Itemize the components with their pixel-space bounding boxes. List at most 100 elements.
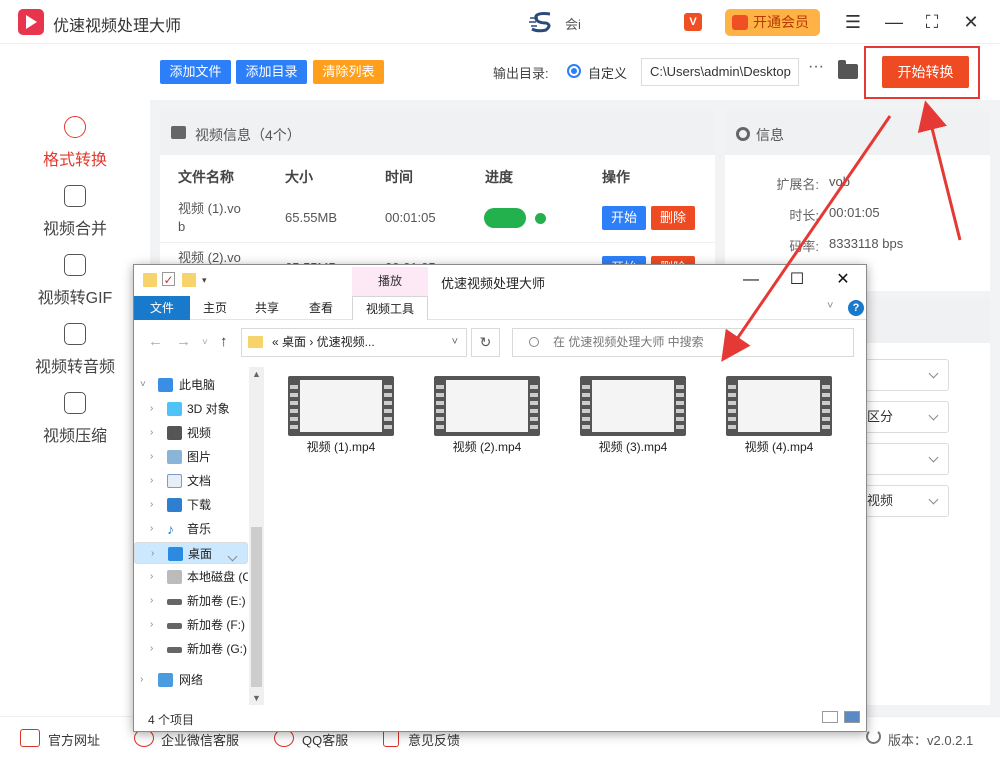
tab-video-tools[interactable]: 视频工具 bbox=[352, 296, 428, 320]
tree-item-videos[interactable]: › 视频 bbox=[134, 422, 248, 444]
video-info-header: 视频信息（4个） bbox=[160, 111, 715, 155]
column-header-actions: 操作 bbox=[602, 169, 630, 185]
duration-value: 00:01:05 bbox=[829, 205, 880, 220]
file-name-label[interactable]: 视频 (4).mp4 bbox=[719, 438, 839, 455]
video-info-panel: 视频信息（4个） 文件名称 大小 时间 进度 操作 视频 (1).vo b 65… bbox=[160, 111, 715, 280]
network-icon bbox=[158, 673, 173, 687]
video-info-title: 视频信息（4个） bbox=[195, 127, 301, 143]
start-button[interactable]: 开始 bbox=[602, 206, 646, 230]
file-name-label[interactable]: 视频 (3).mp4 bbox=[573, 438, 693, 455]
explorer-window-title: 优速视频处理大师 bbox=[441, 276, 546, 291]
app-logo-icon bbox=[18, 9, 44, 35]
explorer-minimize-button[interactable]: — bbox=[728, 269, 774, 291]
tree-item-documents[interactable]: › 文档 bbox=[134, 470, 248, 492]
explorer-maximize-button[interactable]: ☐ bbox=[774, 269, 820, 291]
tree-label: 图片 bbox=[187, 450, 212, 464]
address-path: « 桌面 › 优速视频... bbox=[272, 335, 375, 349]
videos-icon bbox=[167, 426, 182, 440]
search-input[interactable]: 在 优速视频处理大师 中搜索 bbox=[512, 328, 854, 357]
address-field[interactable]: « 桌面 › 优速视频... ˅ bbox=[241, 328, 467, 357]
custom-radio-label[interactable]: 自定义 bbox=[588, 63, 627, 82]
play-context-tab[interactable]: 播放 bbox=[352, 267, 428, 296]
large-icons-view-icon[interactable] bbox=[844, 711, 860, 723]
sidebar-item-label: 视频合并 bbox=[42, 221, 107, 238]
video-file-icon[interactable] bbox=[726, 376, 832, 436]
address-dropdown-icon[interactable]: ˅ bbox=[452, 329, 458, 356]
menu-icon[interactable]: ☰ bbox=[841, 10, 865, 34]
explorer-close-button[interactable]: ✕ bbox=[820, 269, 866, 291]
sidebar-item-label: 视频转GIF bbox=[37, 290, 113, 307]
user-name[interactable]: 会i bbox=[565, 14, 581, 33]
delete-button[interactable]: 删除 bbox=[651, 206, 695, 230]
sidebar-item-video-compress[interactable]: 视频压缩 bbox=[0, 392, 150, 456]
sidebar-item-video-to-gif[interactable]: 视频转GIF bbox=[0, 254, 150, 318]
recent-locations-icon[interactable]: ˅ bbox=[202, 337, 208, 348]
clear-list-button[interactable]: 清除列表 bbox=[313, 60, 384, 84]
tree-scrollbar[interactable]: ▲ ▼ bbox=[249, 367, 264, 705]
output-path-field[interactable]: C:\Users\admin\Desktop bbox=[641, 58, 799, 86]
custom-radio[interactable] bbox=[567, 64, 581, 78]
tree-item-3d-objects[interactable]: › 3D 对象 bbox=[134, 398, 248, 420]
tree-item-local-disk-c[interactable]: › 本地磁盘 (C bbox=[134, 566, 248, 588]
wechat-service-link[interactable]: 企业微信客服 bbox=[161, 730, 239, 749]
scroll-up-icon[interactable]: ▲ bbox=[252, 369, 261, 379]
tab-home[interactable]: 主页 bbox=[192, 296, 238, 320]
tree-item-pictures[interactable]: › 图片 bbox=[134, 446, 248, 468]
file-name-label[interactable]: 视频 (2).mp4 bbox=[427, 438, 547, 455]
details-view-icon[interactable] bbox=[822, 711, 838, 723]
sidebar-item-video-merge[interactable]: 视频合并 bbox=[0, 185, 150, 249]
bitrate-label: 码率: bbox=[789, 239, 819, 254]
tab-view[interactable]: 查看 bbox=[298, 296, 344, 320]
open-vip-button[interactable]: 开通会员 bbox=[725, 9, 820, 36]
search-icon bbox=[529, 337, 539, 347]
up-arrow-icon[interactable]: ↑ bbox=[220, 333, 228, 350]
tree-item-volume-g[interactable]: › 新加卷 (G:) bbox=[134, 638, 248, 660]
open-folder-icon[interactable] bbox=[838, 60, 858, 79]
sidebar-item-video-to-audio[interactable]: 视频转音频 bbox=[0, 323, 150, 387]
close-button[interactable]: ✕ bbox=[959, 10, 983, 34]
drive-icon bbox=[167, 623, 182, 629]
title-bar: 优速视频处理大师 会i V 开通会员 ☰ — ⛶ ✕ bbox=[0, 0, 1000, 44]
video-file-icon[interactable] bbox=[288, 376, 394, 436]
feedback-link[interactable]: 意见反馈 bbox=[408, 730, 460, 749]
forward-arrow-icon[interactable]: → bbox=[176, 333, 191, 350]
tree-item-network[interactable]: › 网络 bbox=[134, 669, 248, 691]
tab-share[interactable]: 共享 bbox=[244, 296, 290, 320]
tree-item-this-pc[interactable]: ˅ 此电脑 bbox=[134, 374, 248, 396]
tree-item-downloads[interactable]: › 下载 bbox=[134, 494, 248, 516]
maximize-button[interactable]: ⛶ bbox=[920, 10, 944, 34]
tree-label: 文档 bbox=[187, 474, 212, 488]
scroll-down-icon[interactable]: ▼ bbox=[252, 693, 261, 703]
add-file-button[interactable]: 添加文件 bbox=[160, 60, 231, 84]
tree-item-music[interactable]: › ♪ 音乐 bbox=[134, 518, 248, 540]
pictures-icon bbox=[167, 450, 182, 464]
tab-file[interactable]: 文件 bbox=[134, 296, 190, 320]
scrollbar-thumb[interactable] bbox=[251, 527, 262, 687]
add-directory-button[interactable]: 添加目录 bbox=[236, 60, 307, 84]
tree-item-desktop[interactable]: › 桌面 bbox=[134, 542, 248, 564]
back-arrow-icon[interactable]: ← bbox=[148, 333, 163, 350]
official-website-link[interactable]: 官方网址 bbox=[48, 730, 100, 749]
vip-badge-icon[interactable]: V bbox=[684, 13, 702, 31]
sidebar-item-format-convert[interactable]: 格式转换 bbox=[0, 116, 150, 180]
video-file-icon[interactable] bbox=[434, 376, 540, 436]
version-text: 版本：v2.0.2.1 bbox=[888, 733, 974, 748]
video-file-icon[interactable] bbox=[580, 376, 686, 436]
help-icon[interactable]: ? bbox=[848, 300, 864, 316]
tree-item-volume-f[interactable]: › 新加卷 (F:) bbox=[134, 614, 248, 636]
more-options-button[interactable]: ··· bbox=[808, 58, 824, 76]
qq-service-link[interactable]: QQ客服 bbox=[302, 730, 348, 749]
explorer-ribbon: 文件 主页 共享 查看 视频工具 ˅ ? bbox=[134, 296, 866, 320]
tree-item-volume-e[interactable]: › 新加卷 (E:) bbox=[134, 590, 248, 612]
table-row[interactable]: 视频 (1).vo b 65.55MB 00:01:05 开始 删除 bbox=[160, 193, 715, 243]
item-count: 4 个项目 bbox=[148, 713, 195, 727]
minimize-button[interactable]: — bbox=[882, 10, 906, 34]
refresh-icon[interactable]: ↻ bbox=[471, 328, 500, 357]
expand-ribbon-icon[interactable]: ˅ bbox=[827, 300, 833, 312]
new-folder-icon[interactable] bbox=[182, 273, 196, 287]
customize-toolbar-icon[interactable]: ▾ bbox=[202, 273, 216, 287]
file-name-label[interactable]: 视频 (1).mp4 bbox=[281, 438, 401, 455]
properties-icon[interactable]: ✓ bbox=[162, 272, 175, 287]
app-title: 优速视频处理大师 bbox=[53, 18, 182, 35]
tree-label: 本地磁盘 (C bbox=[187, 570, 248, 584]
